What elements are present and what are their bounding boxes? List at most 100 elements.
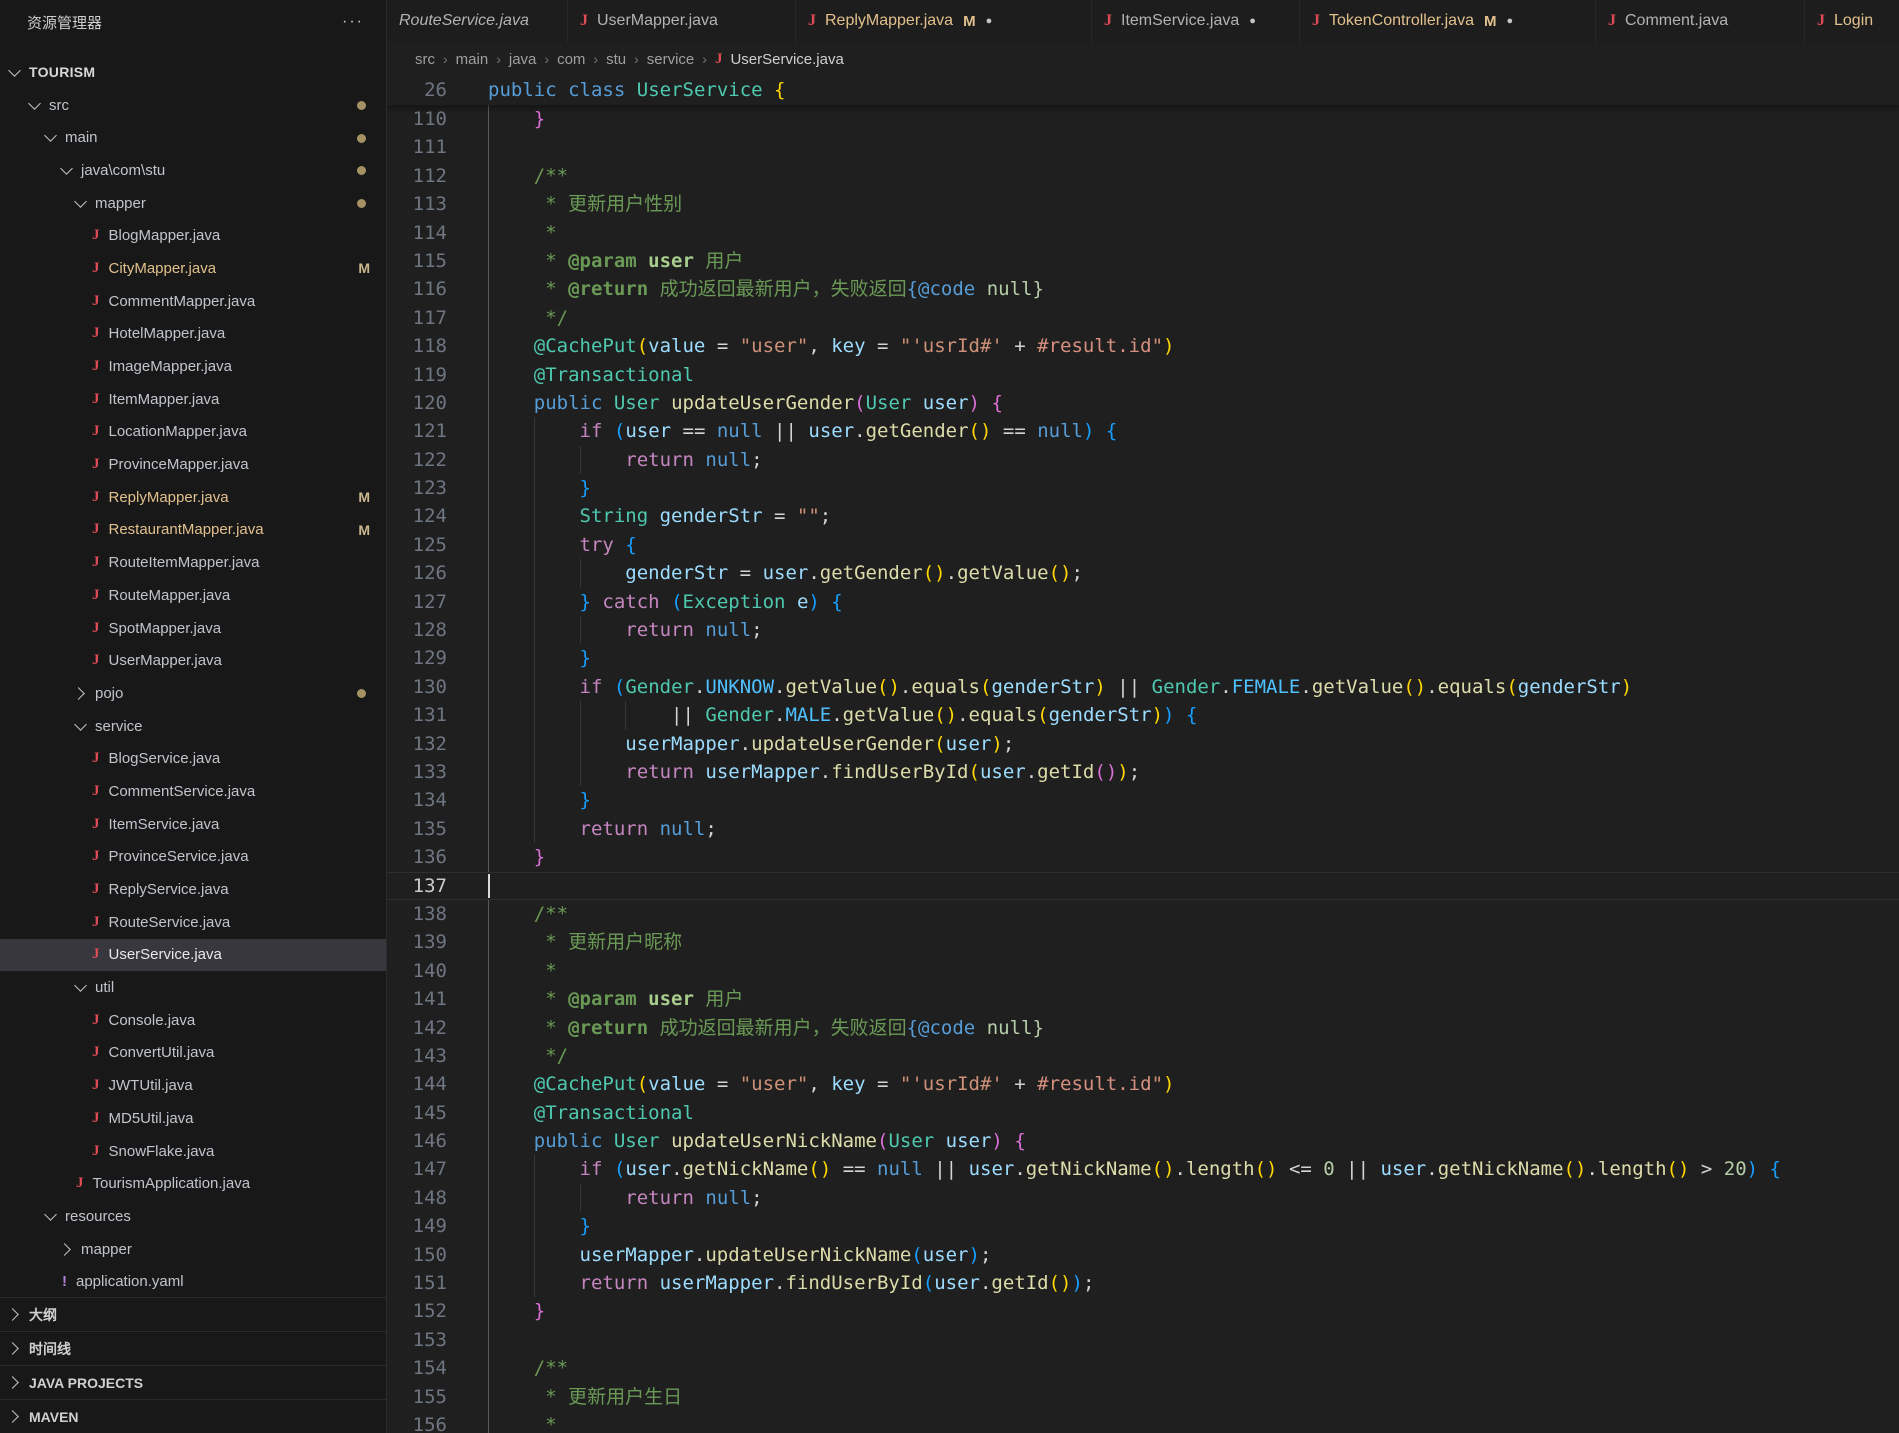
tree-item-file[interactable]: JMD5Util.java [0,1102,386,1135]
tree-item-file[interactable]: JRouteService.java [0,906,386,939]
tree-item-folder[interactable]: util [0,971,386,1004]
breadcrumb-file[interactable]: UserService.java [730,51,843,68]
line-number[interactable]: 126 [387,559,447,587]
breadcrumb-item[interactable]: service [647,51,695,68]
line-number[interactable]: 110 [387,105,447,133]
code-line[interactable]: 122 return null; [387,446,1899,474]
code-line[interactable]: 152 } [387,1297,1899,1325]
line-number[interactable]: 134 [387,786,447,814]
line-number[interactable]: 150 [387,1241,447,1269]
line-number[interactable]: 151 [387,1269,447,1297]
line-number[interactable]: 118 [387,332,447,360]
code-line[interactable]: 134 } [387,786,1899,814]
code-line[interactable]: 140 * [387,957,1899,985]
line-number[interactable]: 142 [387,1014,447,1042]
line-number[interactable]: 156 [387,1411,447,1433]
code-line[interactable]: 117 */ [387,304,1899,332]
line-number[interactable]: 131 [387,701,447,729]
code-line[interactable]: 150 userMapper.updateUserNickName(user); [387,1241,1899,1269]
line-number[interactable]: 144 [387,1070,447,1098]
tree-item-file[interactable]: JConsole.java [0,1004,386,1037]
code-line[interactable]: 141 * @param user 用户 [387,985,1899,1013]
tree-item-file[interactable]: JProvinceService.java [0,841,386,874]
code-line[interactable]: 26public class UserService { [387,76,786,104]
code-line[interactable]: 144 @CachePut(value = "user", key = "'us… [387,1070,1899,1098]
tree-item-file[interactable]: JReplyMapper.javaM [0,481,386,514]
tree-item-folder[interactable]: mapper [0,1233,386,1266]
line-number[interactable]: 145 [387,1099,447,1127]
code-line[interactable]: 114 * [387,219,1899,247]
line-number[interactable]: 138 [387,900,447,928]
line-number[interactable]: 120 [387,389,447,417]
code-line[interactable]: 145 @Transactional [387,1099,1899,1127]
code-line[interactable]: 125 try { [387,531,1899,559]
code-line[interactable]: 143 */ [387,1042,1899,1070]
code-line[interactable]: 155 * 更新用户生日 [387,1383,1899,1411]
line-number[interactable]: 132 [387,730,447,758]
tree-item-folder[interactable]: service [0,710,386,743]
code-line[interactable]: 123 } [387,474,1899,502]
code-line[interactable]: 128 return null; [387,616,1899,644]
line-number[interactable]: 114 [387,219,447,247]
line-number[interactable]: 125 [387,531,447,559]
sticky-scroll-line[interactable]: 26public class UserService { [387,76,1899,105]
tree-item-file[interactable]: JReplyService.java [0,873,386,906]
tree-item-folder[interactable]: src [0,89,386,122]
tab-ItemService.java[interactable]: JItemService.java● [1092,0,1300,42]
line-number[interactable]: 119 [387,361,447,389]
code-line[interactable]: 153 [387,1326,1899,1354]
tree-item-folder[interactable]: java\com\stu [0,154,386,187]
tree-item-file[interactable]: JTourismApplication.java [0,1167,386,1200]
line-number[interactable]: 26 [387,76,447,104]
line-number[interactable]: 130 [387,673,447,701]
tab-TokenController.java[interactable]: JTokenController.javaM● [1300,0,1596,42]
sidebar-section-JAVA PROJECTS[interactable]: JAVA PROJECTS [0,1365,386,1399]
code-line[interactable]: 127 } catch (Exception e) { [387,588,1899,616]
code-line[interactable]: 120 public User updateUserGender(User us… [387,389,1899,417]
sidebar-section-时间线[interactable]: 时间线 [0,1331,386,1365]
code-line[interactable]: 119 @Transactional [387,361,1899,389]
line-number[interactable]: 117 [387,304,447,332]
line-number[interactable]: 152 [387,1297,447,1325]
tree-item-file[interactable]: JBlogMapper.java [0,219,386,252]
code-line[interactable]: 116 * @return 成功返回最新用户，失败返回{@code null} [387,275,1899,303]
line-number[interactable]: 133 [387,758,447,786]
tree-item-file[interactable]: !application.yaml [0,1265,386,1298]
tree-item-file[interactable]: JHotelMapper.java [0,318,386,351]
line-number[interactable]: 148 [387,1184,447,1212]
code-line[interactable]: 138 /** [387,900,1899,928]
tree-item-file[interactable]: JBlogService.java [0,742,386,775]
code-line[interactable]: 113 * 更新用户性别 [387,190,1899,218]
code-line[interactable]: 156 * [387,1411,1899,1433]
tree-item-folder[interactable]: pojo [0,677,386,710]
tree-item-file[interactable]: JRouteItemMapper.java [0,546,386,579]
line-number[interactable]: 141 [387,985,447,1013]
tree-item-file[interactable]: JLocationMapper.java [0,416,386,449]
tree-item-folder[interactable]: TOURISM [0,56,386,89]
breadcrumb-item[interactable]: java [509,51,537,68]
code-line[interactable]: 154 /** [387,1354,1899,1382]
tree-item-file[interactable]: JImageMapper.java [0,350,386,383]
line-number[interactable]: 139 [387,928,447,956]
code-line[interactable]: 139 * 更新用户昵称 [387,928,1899,956]
tree-item-file[interactable]: JItemService.java [0,808,386,841]
line-number[interactable]: 140 [387,957,447,985]
code-line[interactable]: 137 [387,872,1899,900]
line-number[interactable]: 146 [387,1127,447,1155]
line-number[interactable]: 136 [387,843,447,871]
code-line[interactable]: 151 return userMapper.findUserById(user.… [387,1269,1899,1297]
tree-item-file[interactable]: JCommentMapper.java [0,285,386,318]
tab-UserMapper.java[interactable]: JUserMapper.java [568,0,796,42]
sidebar-section-大纲[interactable]: 大纲 [0,1297,386,1331]
line-number[interactable]: 111 [387,133,447,161]
code-line[interactable]: 133 return userMapper.findUserById(user.… [387,758,1899,786]
line-number[interactable]: 153 [387,1326,447,1354]
line-number[interactable]: 135 [387,815,447,843]
code-line[interactable]: 130 if (Gender.UNKNOW.getValue().equals(… [387,673,1899,701]
code-line[interactable]: 115 * @param user 用户 [387,247,1899,275]
code-line[interactable]: 129 } [387,644,1899,672]
tree-item-file[interactable]: JConvertUtil.java [0,1037,386,1070]
breadcrumb-item[interactable]: src [415,51,435,68]
tab-ReplyMapper.java[interactable]: JReplyMapper.javaM● [796,0,1092,42]
tree-item-folder[interactable]: mapper [0,187,386,220]
